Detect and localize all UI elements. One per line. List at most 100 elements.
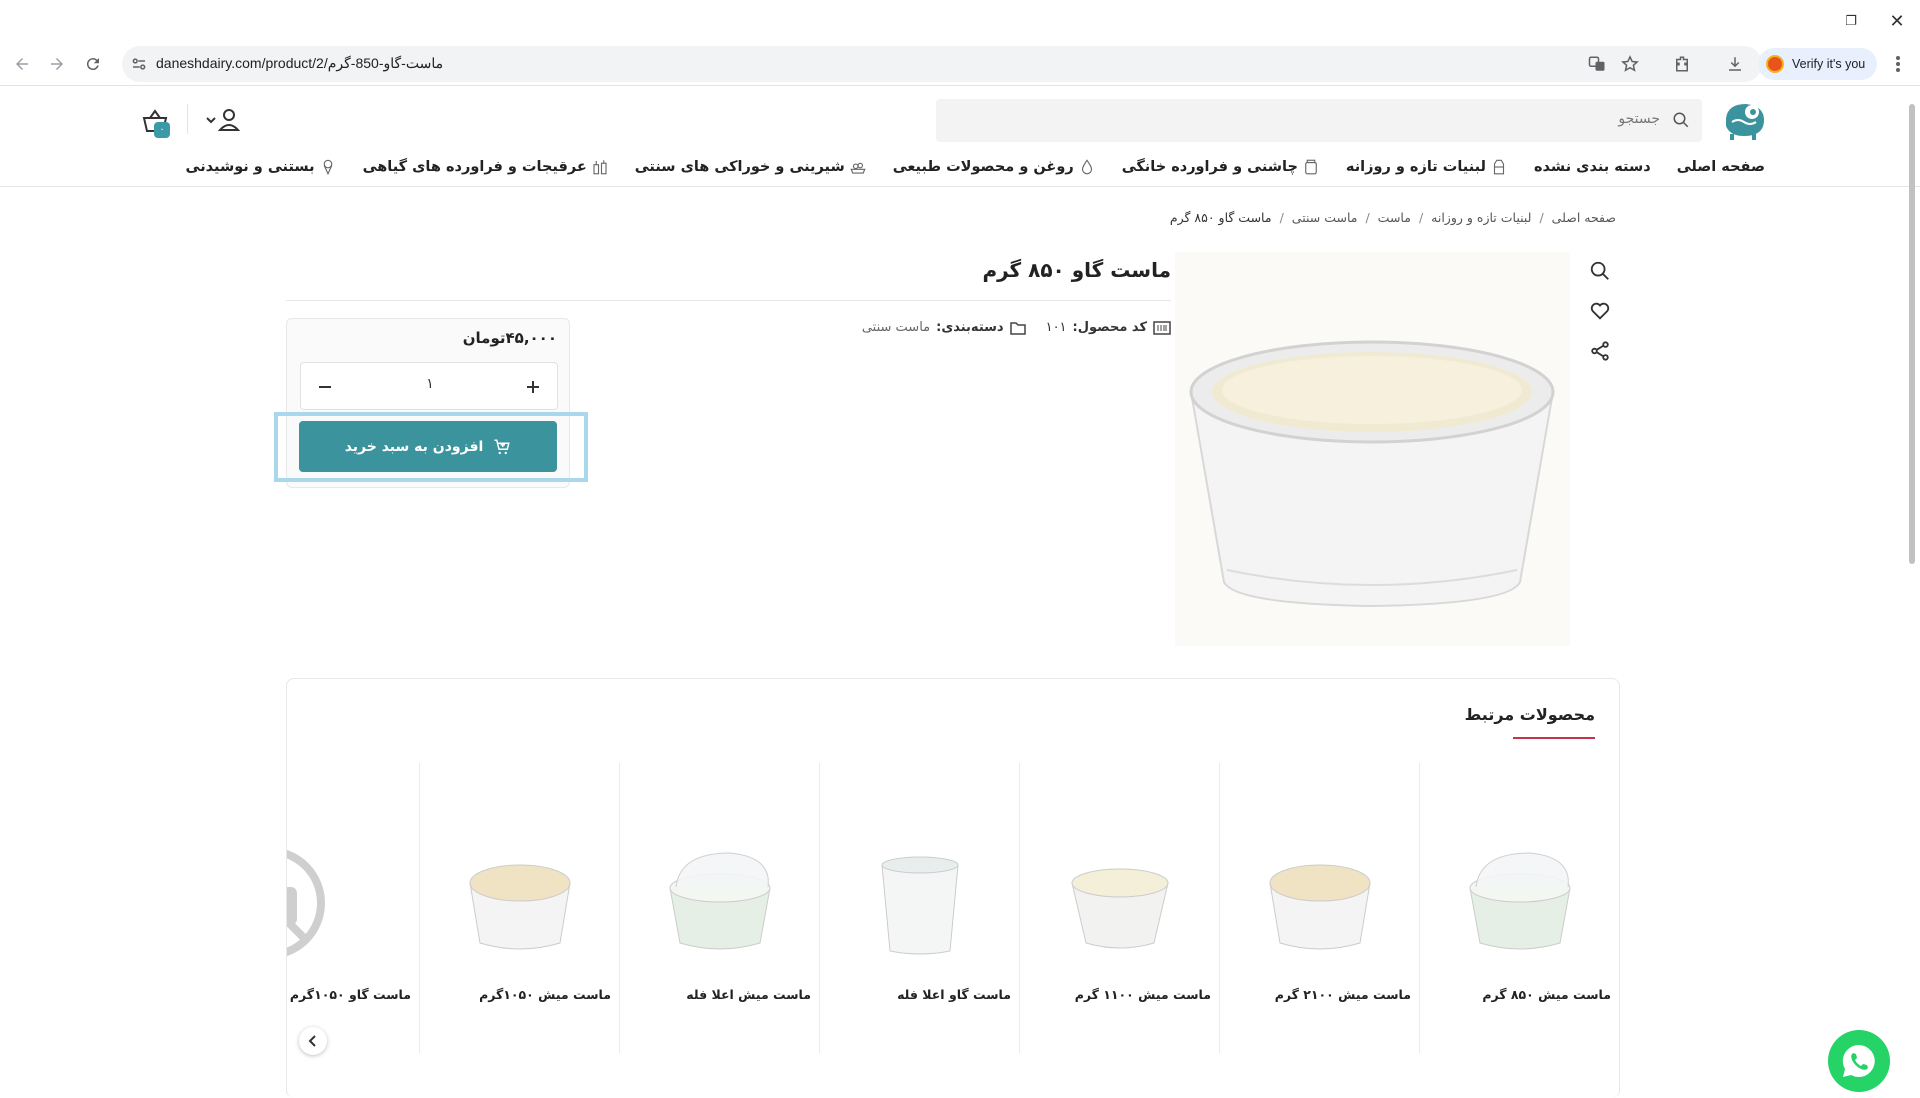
nav-divider: [0, 186, 1920, 187]
forward-icon[interactable]: [43, 50, 71, 78]
oil-drop-icon: [1081, 159, 1092, 175]
nav-item-condiments[interactable]: چاشنی و فراورده خانگی: [1122, 158, 1320, 176]
browser-menu-icon[interactable]: [1884, 50, 1912, 78]
translate-icon[interactable]: [1588, 55, 1606, 77]
nav-item-herbal[interactable]: عرقیجات و فراورده های گیاهی: [363, 158, 609, 176]
account-menu[interactable]: [205, 108, 245, 132]
share-icon[interactable]: [1587, 338, 1613, 364]
no-image-icon: [287, 849, 325, 957]
cart-plus-icon: [494, 439, 511, 454]
breadcrumb-current: ماست گاو ۸۵۰ گرم: [1169, 210, 1272, 225]
title-divider: [286, 300, 1171, 301]
related-product-card[interactable]: ماست میش ۸۵۰ گرم: [1419, 763, 1619, 1053]
wishlist-heart-icon[interactable]: [1587, 298, 1613, 324]
folder-icon: [1009, 321, 1026, 335]
browser-titlebar: ❐ ✕: [0, 0, 1920, 42]
cart-count-badge: ۰: [154, 122, 170, 138]
quantity-stepper: ۱: [300, 362, 558, 410]
breadcrumb-yogurt[interactable]: ماست: [1378, 210, 1411, 225]
jar-icon: [1305, 159, 1317, 175]
price-value: ۴۵,۰۰۰: [505, 329, 557, 347]
product-code-label: کد محصول:: [1072, 320, 1147, 335]
product-thumbnail: [469, 864, 571, 950]
product-code-value: ۱۰۱: [1045, 320, 1067, 335]
nav-item-sweets[interactable]: شیرینی و خوراکی های سنتی: [635, 158, 867, 176]
page-scrollbar[interactable]: [1907, 88, 1917, 1028]
related-product-name[interactable]: ماست میش ۱۰۵۰گرم: [479, 987, 611, 1002]
nav-item-uncategorized[interactable]: دسته بندی نشده: [1534, 159, 1651, 175]
cart-button[interactable]: ۰: [135, 108, 170, 138]
ice-cream-icon: [323, 159, 332, 176]
related-product-card[interactable]: ماست میش ۱۰۵۰گرم: [419, 763, 619, 1053]
increase-quantity-button[interactable]: [519, 373, 547, 401]
nav-item-dairy[interactable]: لبنیات تازه و روزانه: [1346, 158, 1508, 176]
related-title-underline: [1513, 737, 1595, 739]
site-info-icon[interactable]: [130, 55, 148, 77]
related-product-name[interactable]: ماست میش ۸۵۰ گرم: [1482, 987, 1611, 1002]
close-window-icon[interactable]: ✕: [1874, 0, 1920, 42]
breadcrumb: صفحه اصلی / لبنیات تازه و روزانه / ماست / م…: [1169, 210, 1616, 225]
product-title: ماست گاو ۸۵۰ گرم: [982, 258, 1171, 282]
download-icon[interactable]: [1721, 50, 1749, 78]
related-product-card[interactable]: ماست گاو اعلا فله: [819, 763, 1019, 1053]
nav-item-oils[interactable]: روغن و محصولات طبیعی: [893, 158, 1096, 176]
reload-icon[interactable]: [79, 50, 107, 78]
browser-toolbar: daneshdairy.com/product/2/ماست-گاو-850-گ…: [0, 42, 1920, 86]
nav-item-home[interactable]: صفحه اصلی: [1677, 159, 1765, 175]
milk-carton-icon: [1493, 159, 1505, 175]
carousel-prev-button[interactable]: [299, 1027, 327, 1055]
related-product-card[interactable]: ماست گاو ۱۰۵۰گرم: [287, 763, 419, 1053]
related-product-card[interactable]: ماست میش ۱۱۰۰ گرم: [1019, 763, 1219, 1053]
zoom-icon[interactable]: [1587, 258, 1613, 284]
scrollbar-thumb[interactable]: [1909, 104, 1915, 564]
site-logo[interactable]: [1718, 98, 1770, 142]
header-divider: [187, 104, 188, 134]
category-value[interactable]: ماست سنتی: [862, 320, 930, 335]
bookmark-star-icon[interactable]: [1621, 55, 1639, 77]
address-bar[interactable]: daneshdairy.com/product/2/ماست-گاو-850-گ…: [122, 46, 1762, 82]
verify-profile-chip[interactable]: Verify it's you: [1758, 48, 1878, 80]
related-product-name[interactable]: ماست گاو ۱۰۵۰گرم: [290, 987, 411, 1002]
site-page: جستجو ۰ صفحه اصلی دسته بندی نشده لبنیات …: [0, 86, 1920, 1098]
search-box[interactable]: جستجو: [936, 99, 1702, 142]
related-product-name[interactable]: ماست میش ۱۱۰۰ گرم: [1075, 987, 1211, 1002]
breadcrumb-dairy[interactable]: لبنیات تازه و روزانه: [1431, 210, 1531, 225]
related-product-card[interactable]: ماست میش ۲۱۰۰ گرم: [1219, 763, 1419, 1053]
add-to-cart-label: افزودن به سبد خرید: [344, 438, 484, 455]
product-thumbnail: [881, 856, 959, 955]
product-thumbnail: [669, 852, 771, 950]
price-currency: تومان: [462, 329, 506, 347]
verify-label: Verify it's you: [1792, 57, 1866, 71]
product-tools: [1587, 258, 1613, 378]
product-thumbnail: [1071, 868, 1169, 949]
related-product-card[interactable]: ماست میش اعلا فله: [619, 763, 819, 1053]
barcode-icon: [1153, 320, 1171, 335]
breadcrumb-traditional-yogurt[interactable]: ماست سنتی: [1292, 210, 1358, 225]
extensions-icon[interactable]: [1668, 50, 1696, 78]
whatsapp-icon: [1842, 1044, 1875, 1077]
restore-icon[interactable]: ❐: [1828, 0, 1874, 42]
search-placeholder: جستجو: [1618, 111, 1660, 127]
whatsapp-chat-button[interactable]: [1828, 1030, 1890, 1092]
category-label: دسته‌بندی:: [936, 320, 1004, 335]
bottles-icon: [593, 160, 607, 175]
related-title: محصولات مرتبط: [1464, 705, 1595, 724]
search-icon[interactable]: [1672, 111, 1690, 133]
back-icon[interactable]: [8, 50, 36, 78]
related-product-name[interactable]: ماست میش اعلا فله: [686, 987, 811, 1002]
breadcrumb-home[interactable]: صفحه اصلی: [1552, 210, 1616, 225]
main-nav: صفحه اصلی دسته بندی نشده لبنیات تازه و ر…: [160, 154, 1765, 180]
related-carousel: ماست میش ۸۵۰ گرم ماست میش ۲۱۰۰ گرم ماست …: [287, 763, 1619, 1055]
related-product-name[interactable]: ماست میش ۲۱۰۰ گرم: [1275, 987, 1411, 1002]
add-to-cart-button[interactable]: افزودن به سبد خرید: [299, 421, 557, 472]
related-product-name[interactable]: ماست گاو اعلا فله: [897, 987, 1011, 1002]
quantity-input[interactable]: ۱: [401, 376, 459, 392]
nav-item-icecream[interactable]: بستنی و نوشیدنی: [186, 158, 337, 176]
product-thumbnail: [1269, 864, 1371, 950]
url-text: daneshdairy.com/product/2/ماست-گاو-850-گ…: [156, 55, 444, 71]
product-image[interactable]: [1175, 252, 1570, 646]
product-meta: کد محصول: ۱۰۱ دسته‌بندی: ماست سنتی: [862, 320, 1171, 335]
product-price: ۴۵,۰۰۰تومان: [463, 329, 557, 347]
profile-avatar: [1766, 55, 1784, 73]
decrease-quantity-button[interactable]: [311, 373, 339, 401]
